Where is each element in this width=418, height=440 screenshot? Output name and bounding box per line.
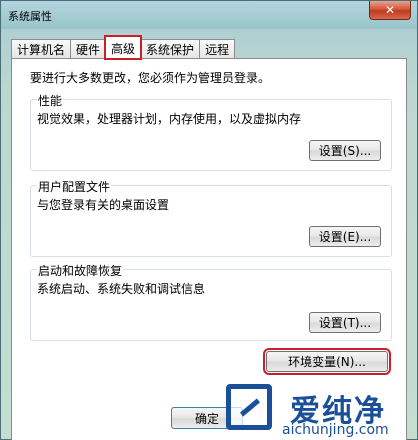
tab-remote[interactable]: 远程 <box>199 39 236 59</box>
tab-advanced[interactable]: 高级 <box>104 35 143 60</box>
window-title: 系统属性 <box>8 10 52 23</box>
performance-desc: 视觉效果，处理器计划，内存使用，以及虚拟内存 <box>37 112 302 126</box>
tab-label: 高级 <box>111 41 136 56</box>
performance-group: 性能 视觉效果，处理器计划，内存使用，以及虚拟内存 设置(S)... <box>30 92 392 171</box>
watermark-logo-icon <box>226 384 272 430</box>
tab-system-protection[interactable]: 系统保护 <box>140 39 201 59</box>
close-icon: ✕ <box>384 3 396 17</box>
tab-computer-name[interactable]: 计算机名 <box>11 39 72 59</box>
tab-label: 系统保护 <box>146 43 195 57</box>
user-profiles-title: 用户配置文件 <box>37 178 112 195</box>
watermark: 爱纯净 aichunjing.com <box>218 384 418 440</box>
tab-label: 硬件 <box>76 43 101 57</box>
environment-variables-button[interactable]: 环境变量(N)... <box>263 348 391 375</box>
admin-note: 要进行大多数更改，您必须作为管理员登录。 <box>30 71 271 85</box>
tab-label: 计算机名 <box>17 43 66 57</box>
startup-recovery-settings-button[interactable]: 设置(T)... <box>309 312 381 333</box>
user-profiles-desc: 与您登录有关的桌面设置 <box>37 198 170 212</box>
system-properties-window: 系统属性 ✕ 计算机名 硬件 高级 系统保护 远程 要进行大多数更改，您必须作为… <box>0 0 418 440</box>
startup-recovery-group: 启动和故障恢复 系统启动、系统失败和调试信息 设置(T)... <box>30 262 392 341</box>
performance-settings-button[interactable]: 设置(S)... <box>309 140 381 161</box>
tab-label: 远程 <box>205 43 230 57</box>
tab-hardware[interactable]: 硬件 <box>70 39 107 59</box>
watermark-url: aichunjing.com <box>282 422 389 438</box>
startup-recovery-title: 启动和故障恢复 <box>37 262 124 279</box>
tab-strip: 计算机名 硬件 高级 系统保护 远程 <box>11 35 236 60</box>
user-profiles-settings-button[interactable]: 设置(E)... <box>309 226 381 247</box>
advanced-panel: 要进行大多数更改，您必须作为管理员登录。 性能 视觉效果，处理器计划，内存使用，… <box>11 58 407 440</box>
close-button[interactable]: ✕ <box>369 1 411 20</box>
user-profiles-group: 用户配置文件 与您登录有关的桌面设置 设置(E)... <box>30 178 392 257</box>
startup-recovery-desc: 系统启动、系统失败和调试信息 <box>37 282 206 296</box>
performance-title: 性能 <box>37 92 64 109</box>
title-bar[interactable]: 系统属性 ✕ <box>1 1 417 29</box>
